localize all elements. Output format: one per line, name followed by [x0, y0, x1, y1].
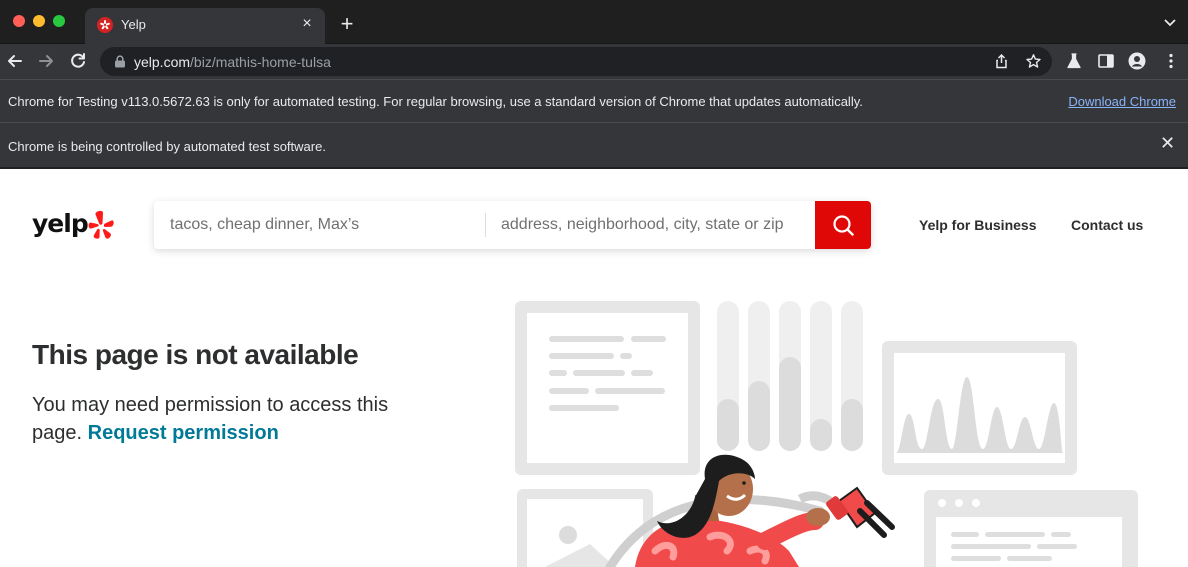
yelp-favicon-icon [97, 17, 113, 33]
tab-title: Yelp [121, 17, 146, 32]
download-chrome-link[interactable]: Download Chrome [1068, 94, 1176, 109]
yelp-burst-icon [88, 210, 114, 240]
back-arrow-icon[interactable] [4, 50, 26, 72]
side-panel-icon[interactable] [1097, 52, 1115, 70]
window-minimize-button[interactable] [33, 15, 45, 27]
request-permission-link[interactable]: Request permission [88, 422, 279, 444]
profile-avatar-icon[interactable] [1128, 52, 1146, 70]
tab-close-icon[interactable]: × [299, 16, 315, 32]
bar-columns-graphic [717, 301, 863, 451]
testing-infobar-message: Chrome for Testing v113.0.5672.63 is onl… [8, 94, 863, 109]
yelp-logo[interactable]: yelp [32, 209, 114, 241]
url-host: yelp.com [134, 54, 191, 70]
yelp-for-business-link[interactable]: Yelp for Business [919, 217, 1036, 233]
url-text[interactable]: yelp.com/biz/mathis-home-tulsa [134, 54, 331, 70]
permission-illustration [515, 301, 1138, 567]
browser-card-graphic [924, 490, 1138, 567]
tab-strip: Yelp × + [0, 0, 1188, 44]
automation-infobar: Chrome is being controlled by automated … [0, 123, 1188, 169]
lock-icon[interactable] [114, 55, 126, 68]
yelp-logo-text: yelp [32, 209, 89, 238]
search-find-input[interactable] [154, 201, 485, 249]
bookmark-star-icon[interactable] [1025, 53, 1042, 70]
tab-search-chevron-icon[interactable] [1162, 14, 1178, 30]
search-location-input[interactable] [486, 201, 815, 249]
flask-labs-icon[interactable] [1065, 52, 1083, 70]
yelp-page: yelp Yelp for Business Contact us This p… [0, 169, 1188, 567]
browser-toolbar: yelp.com/biz/mathis-home-tulsa [0, 44, 1188, 79]
search-bar [154, 201, 871, 249]
forward-arrow-icon[interactable] [35, 50, 57, 72]
window-zoom-button[interactable] [53, 15, 65, 27]
error-message: You may need permission to access this p… [32, 391, 412, 447]
window-close-button[interactable] [13, 15, 25, 27]
more-menu-icon[interactable] [1162, 52, 1180, 70]
automation-infobar-message: Chrome is being controlled by automated … [8, 139, 326, 154]
search-submit-button[interactable] [815, 201, 871, 249]
reload-icon[interactable] [67, 50, 89, 72]
url-path: /biz/mathis-home-tulsa [190, 54, 331, 70]
new-tab-icon[interactable]: + [337, 13, 357, 35]
image-card-graphic [517, 489, 653, 567]
page-title: This page is not available [32, 339, 359, 370]
browser-tab[interactable]: Yelp × [85, 8, 325, 44]
contact-us-link[interactable]: Contact us [1071, 217, 1143, 233]
document-card-graphic [515, 301, 700, 475]
testing-infobar: Chrome for Testing v113.0.5672.63 is onl… [0, 79, 1188, 123]
area-chart-card-graphic [882, 341, 1077, 475]
address-bar[interactable]: yelp.com/biz/mathis-home-tulsa [100, 47, 1052, 76]
search-icon [833, 215, 854, 236]
infobar-close-icon[interactable]: ✕ [1160, 134, 1176, 152]
share-icon[interactable] [993, 53, 1010, 70]
